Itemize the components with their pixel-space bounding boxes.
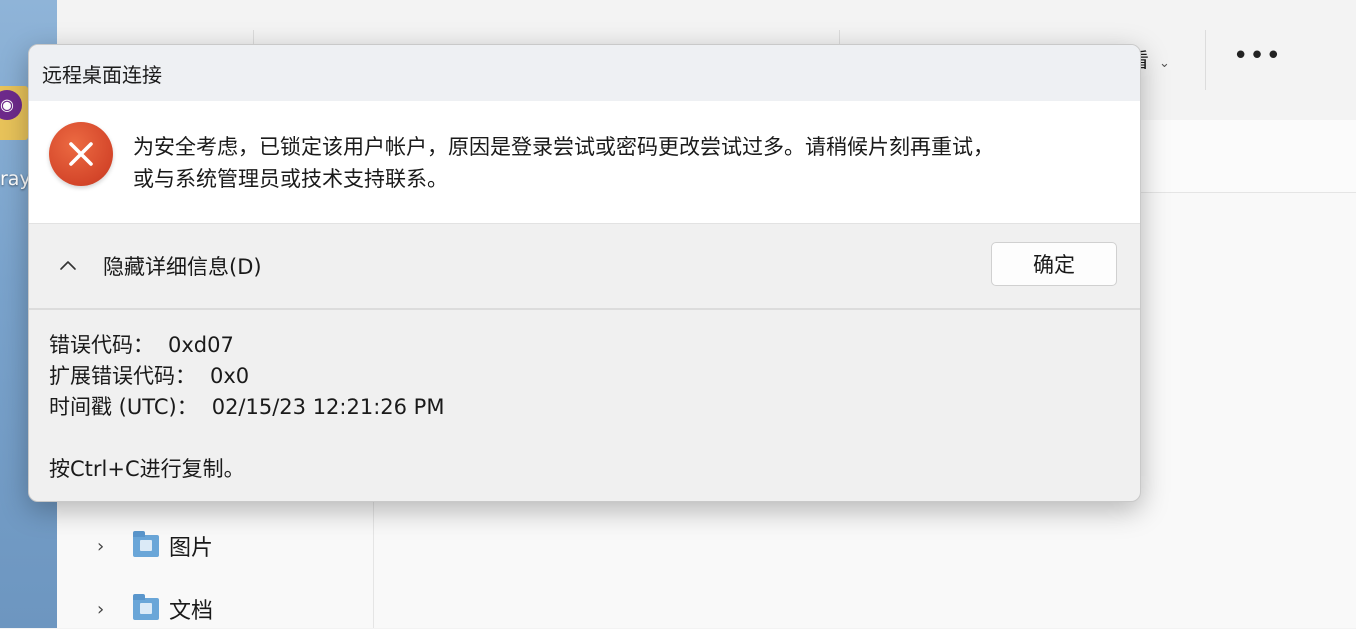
close-x-icon: [69, 142, 93, 166]
more-icon: •••: [1233, 41, 1283, 71]
ext-error-code-label: 扩展错误代码：: [49, 364, 196, 388]
nav-item-documents[interactable]: › 文档: [97, 589, 213, 629]
error-icon: [49, 122, 113, 186]
documents-folder-icon: [133, 594, 159, 620]
error-code-value: 0xd07: [168, 333, 234, 357]
timestamp-value: 02/15/23 12:21:26 PM: [211, 395, 445, 419]
toolbar-divider: [1205, 30, 1206, 90]
nav-item-label: 文档: [169, 599, 214, 624]
chevron-right-icon[interactable]: ›: [97, 599, 111, 620]
hide-details-label: 隐藏详细信息(D): [103, 255, 262, 279]
error-code-label: 错误代码：: [49, 333, 154, 357]
hide-details-toggle[interactable]: 隐藏详细信息(D): [57, 250, 262, 282]
dialog-message-area: 为安全考虑，已锁定该用户帐户，原因是登录尝试或密码更改尝试过多。请稍候片刻再重试…: [29, 101, 1140, 224]
error-code-row: 错误代码： 0xd07: [49, 330, 444, 361]
details-bar: 隐藏详细信息(D) 确定: [29, 224, 1140, 310]
error-details: 错误代码： 0xd07 扩展错误代码： 0x0 时间戳 (UTC)： 02/15/23…: [49, 330, 444, 485]
nav-item-pictures[interactable]: › 图片: [97, 526, 213, 566]
dialog-title: 远程桌面连接: [42, 63, 162, 87]
timestamp-row: 时间戳 (UTC)： 02/15/23 12:21:26 PM: [49, 392, 444, 423]
remote-desktop-error-dialog: 远程桌面连接 为安全考虑，已锁定该用户帐户，原因是登录尝试或密码更改尝试过多。请…: [28, 44, 1141, 502]
copy-hint: 按Ctrl+C进行复制。: [49, 457, 245, 481]
ext-error-code-value: 0x0: [210, 364, 250, 388]
nav-item-label: 图片: [169, 536, 214, 561]
ok-button[interactable]: 确定: [991, 242, 1117, 286]
timestamp-label: 时间戳 (UTC)：: [49, 395, 198, 419]
chevron-right-icon[interactable]: ›: [97, 536, 111, 557]
pictures-folder-icon: [133, 531, 159, 557]
error-message: 为安全考虑，已锁定该用户帐户，原因是登录尝试或密码更改尝试过多。请稍候片刻再重试…: [133, 131, 1123, 195]
desktop-icon-label: ray: [0, 168, 31, 190]
dialog-titlebar[interactable]: 远程桌面连接: [29, 45, 1140, 101]
ext-error-code-row: 扩展错误代码： 0x0: [49, 361, 444, 392]
error-message-line: 或与系统管理员或技术支持联系。: [133, 167, 448, 191]
chevron-down-icon: ⌄: [1159, 56, 1170, 71]
chevron-up-icon: [60, 261, 76, 270]
error-message-line: 为安全考虑，已锁定该用户帐户，原因是登录尝试或密码更改尝试过多。请稍候片刻再重试…: [133, 135, 994, 159]
more-options-button[interactable]: •••: [1233, 36, 1281, 76]
